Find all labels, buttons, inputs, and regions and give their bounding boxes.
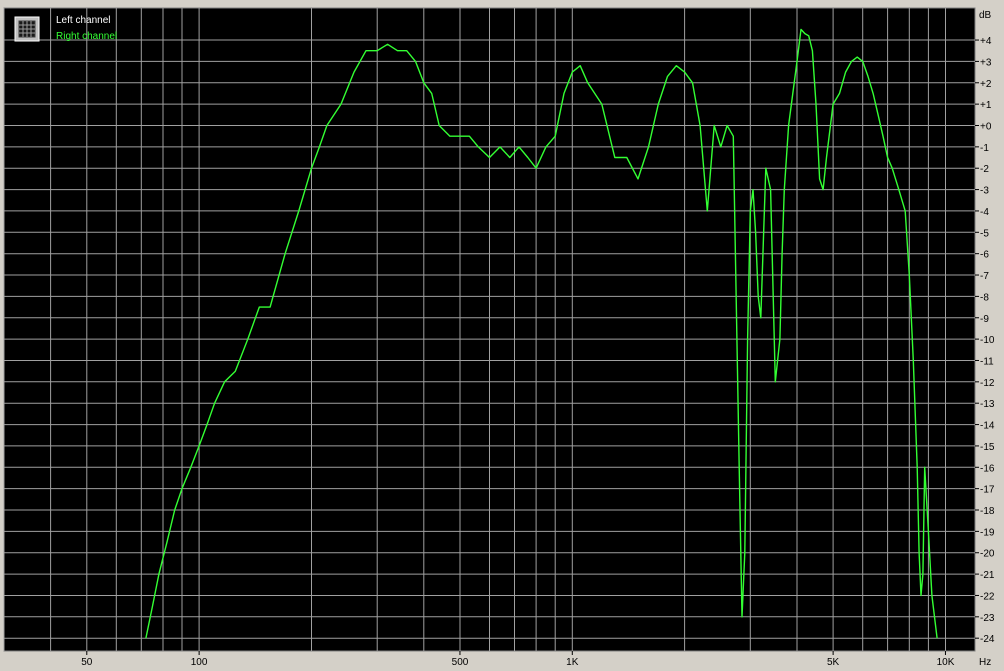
- y-tick-label: -13: [980, 399, 995, 410]
- y-tick-label: -15: [980, 442, 995, 453]
- y-tick-label: -8: [980, 292, 989, 303]
- y-tick-label: -17: [980, 485, 995, 496]
- y-tick-label: -4: [980, 207, 989, 218]
- x-axis-unit: Hz: [979, 657, 991, 668]
- y-tick-label: -6: [980, 250, 989, 261]
- y-tick-label: -23: [980, 613, 995, 624]
- y-tick-label: -20: [980, 549, 995, 560]
- y-tick-label: -2: [980, 164, 989, 175]
- y-tick-label: +0: [980, 122, 992, 133]
- legend-right-channel: Right channel: [56, 31, 117, 42]
- x-tick-label: 5K: [827, 657, 840, 668]
- legend-left-channel: Left channel: [56, 15, 111, 26]
- y-tick-label: -22: [980, 592, 995, 603]
- y-tick-label: +4: [980, 36, 992, 47]
- x-axis-ticks: 50 100 500 1K 5K 10K: [81, 651, 955, 668]
- spectrum-window: +4 +3 +2 +1 +0 -1 -2 -3 -4 -5 -6 -7 -8 -9 -10 -11 -12 -13…: [0, 0, 1004, 671]
- y-tick-label: -18: [980, 506, 995, 517]
- y-tick-label: -19: [980, 527, 995, 538]
- y-tick-label: -11: [980, 357, 994, 368]
- y-axis-unit: dB: [979, 10, 992, 21]
- spectrum-grid-icon[interactable]: [14, 16, 40, 42]
- y-tick-label: -5: [980, 228, 989, 239]
- x-tick-label: 10K: [937, 657, 955, 668]
- y-tick-label: -1: [980, 143, 989, 154]
- y-tick-label: -3: [980, 186, 989, 197]
- y-tick-label: +2: [980, 79, 992, 90]
- y-tick-label: -10: [980, 335, 995, 346]
- y-tick-label: -9: [980, 314, 989, 325]
- x-tick-label: 100: [191, 657, 208, 668]
- y-tick-label: -16: [980, 463, 995, 474]
- y-axis-ticks: +4 +3 +2 +1 +0 -1 -2 -3 -4 -5 -6 -7 -8 -9 -10 -11 -12 -13…: [975, 36, 995, 645]
- frequency-response-chart: +4 +3 +2 +1 +0 -1 -2 -3 -4 -5 -6 -7 -8 -9 -10 -11 -12 -13…: [3, 7, 995, 668]
- y-tick-label: +1: [980, 100, 992, 111]
- y-tick-label: -14: [980, 421, 995, 432]
- y-tick-label: -21: [980, 570, 995, 581]
- y-tick-label: -12: [980, 378, 995, 389]
- x-tick-label: 50: [81, 657, 93, 668]
- y-tick-label: -7: [980, 271, 989, 282]
- x-tick-label: 500: [452, 657, 469, 668]
- y-tick-label: +3: [980, 57, 992, 68]
- x-tick-label: 1K: [566, 657, 579, 668]
- y-tick-label: -24: [980, 634, 995, 645]
